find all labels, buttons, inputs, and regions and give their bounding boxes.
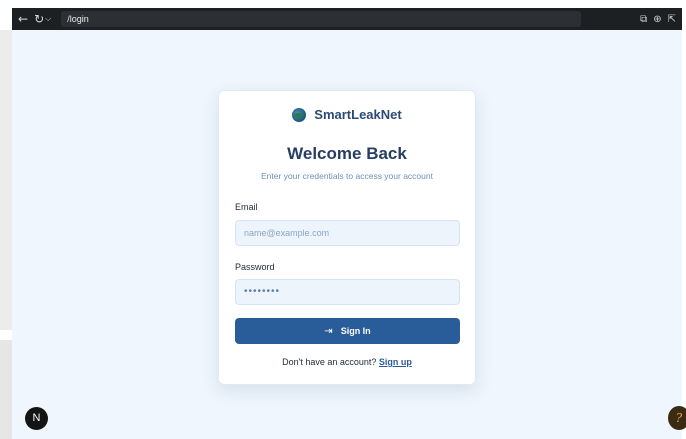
password-field[interactable]: •••••••• bbox=[235, 279, 460, 305]
signup-prompt-text: Don't have an account? bbox=[282, 357, 379, 367]
sign-in-label: Sign In bbox=[340, 326, 371, 336]
login-icon: ⇥ bbox=[324, 325, 333, 337]
inspect-icon[interactable]: ⧉ bbox=[640, 14, 647, 25]
sign-in-button[interactable]: ⇥ Sign In bbox=[235, 318, 460, 344]
email-field[interactable]: name@example.com bbox=[235, 220, 460, 246]
page-title: Welcome Back bbox=[287, 144, 407, 163]
password-label: Password bbox=[235, 262, 275, 272]
toolbar-actions: ⧉ ⊕ ⇱ bbox=[640, 14, 676, 25]
signup-prompt: Don't have an account? Sign up bbox=[219, 357, 475, 367]
open-external-icon[interactable]: ⇱ bbox=[668, 14, 676, 25]
page-subtitle: Enter your credentials to access your ac… bbox=[261, 171, 433, 181]
globe-icon bbox=[292, 107, 307, 122]
back-arrow-icon[interactable]: ← bbox=[18, 8, 28, 30]
browser-toolbar: ← ↻ ⌵ /login ⧉ ⊕ ⇱ bbox=[12, 8, 682, 30]
background-band bbox=[0, 340, 12, 439]
help-icon[interactable]: ? bbox=[668, 406, 686, 430]
background-band bbox=[0, 30, 12, 330]
sign-up-link[interactable]: Sign up bbox=[379, 357, 412, 367]
email-label: Email bbox=[235, 202, 258, 212]
reload-icon[interactable]: ↻ bbox=[34, 8, 44, 30]
login-card: SmartLeakNet Welcome Back Enter your cre… bbox=[218, 90, 476, 385]
extensions-icon[interactable]: ⊕ bbox=[653, 14, 661, 25]
brand-name: SmartLeakNet bbox=[314, 107, 402, 122]
address-bar[interactable]: /login bbox=[61, 11, 582, 27]
dev-tools-badge[interactable]: N bbox=[25, 407, 48, 430]
brand-header: SmartLeakNet bbox=[219, 107, 475, 122]
page-viewport: SmartLeakNet Welcome Back Enter your cre… bbox=[12, 30, 682, 439]
chevron-down-icon[interactable]: ⌵ bbox=[45, 8, 51, 30]
